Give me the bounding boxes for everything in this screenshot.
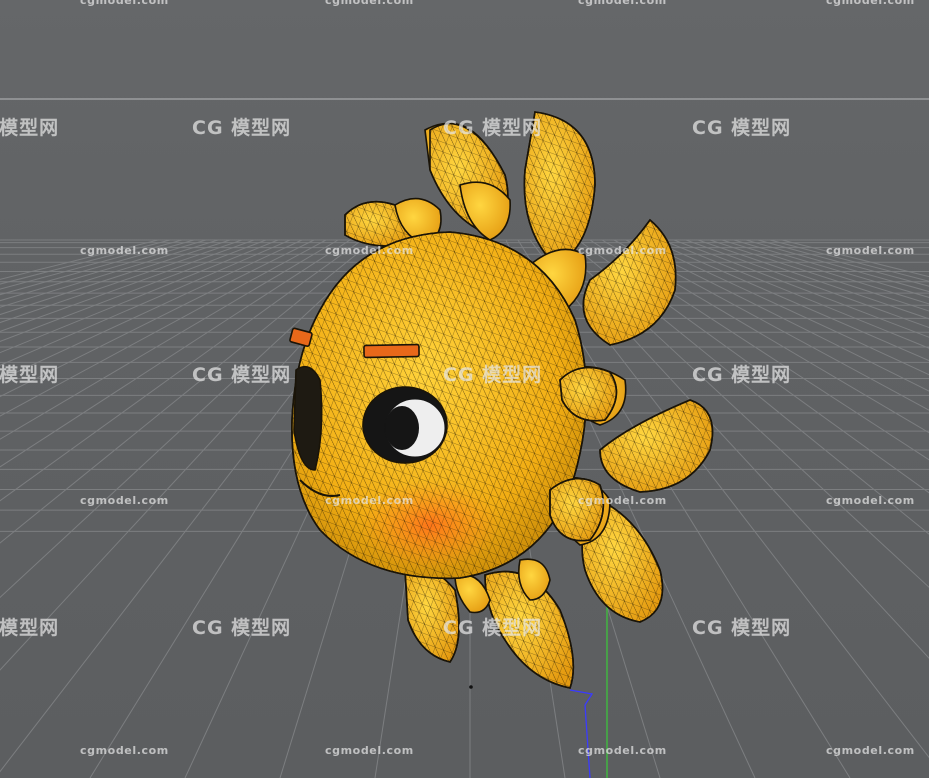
3d-viewport[interactable]: cgmodel.com cgmodel.com cgmodel.com cgmodel… <box>0 0 929 778</box>
z-axis-line <box>569 689 594 778</box>
viewport-scene <box>0 98 929 778</box>
sun-creature-model <box>289 111 714 689</box>
